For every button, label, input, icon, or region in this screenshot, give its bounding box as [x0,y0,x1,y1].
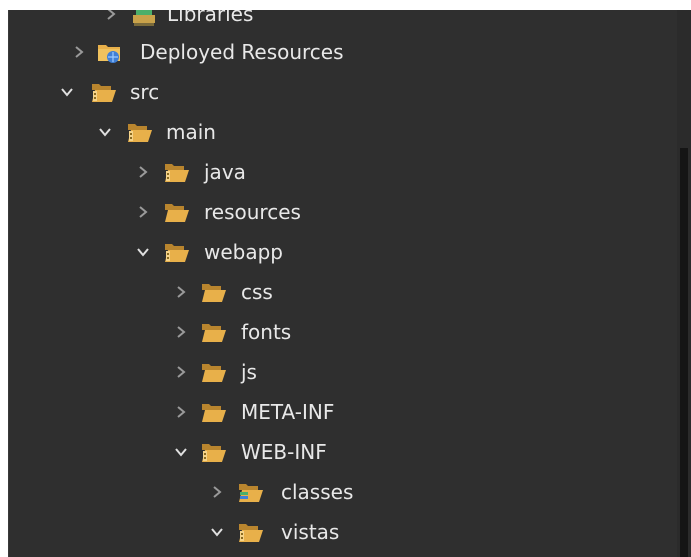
tree-item-label: classes [281,480,354,504]
package-folder-icon [164,159,190,185]
tree-item-label: css [241,280,273,304]
chevron-down-icon[interactable] [135,244,151,260]
chevron-right-icon[interactable] [173,324,189,340]
tree-item-classes[interactable]: classes [9,472,678,512]
chevron-right-icon[interactable] [173,404,189,420]
tree-item-label: WEB-INF [241,440,327,464]
chevron-down-icon[interactable] [59,84,75,100]
tree-item-label: Deployed Resources [140,40,344,64]
tree-item-label: java [204,160,246,184]
tree-item-label: js [241,360,257,384]
chevron-down-icon[interactable] [97,124,113,140]
tree-item-fonts[interactable]: fonts [9,312,678,352]
chevron-down-icon[interactable] [209,524,225,540]
scrollbar-thumb[interactable] [680,148,688,557]
folder-open-icon [164,199,190,225]
package-folder-open-icon [201,439,227,465]
chevron-right-icon[interactable] [173,284,189,300]
folder-open-icon [201,359,227,385]
chevron-right-icon[interactable] [135,204,151,220]
package-folder-open-icon [238,519,264,545]
folder-open-icon [201,319,227,345]
tree-item-resources[interactable]: resources [9,192,678,232]
tree-item-label: src [130,80,160,104]
tree-item-label: fonts [241,320,292,344]
tree-item-src[interactable]: src [9,72,678,112]
tree-item-vistas[interactable]: vistas [9,512,678,552]
screenshot-frame: Libraries Deployed Resources src main ja… [0,0,691,557]
tree-item-meta-inf[interactable]: META-INF [9,392,678,432]
package-folder-open-icon [127,119,153,145]
library-icon [131,10,157,27]
chevron-right-icon[interactable] [71,44,87,60]
tree-item-deployed-resources[interactable]: Deployed Resources [9,32,678,72]
tree-item-main[interactable]: main [9,112,678,152]
project-explorer-panel: Libraries Deployed Resources src main ja… [8,10,678,557]
package-folder-open-icon [164,239,190,265]
tree-item-webapp[interactable]: webapp [9,232,678,272]
tree-item-java[interactable]: java [9,152,678,192]
classes-folder-icon [238,479,264,505]
chevron-right-icon[interactable] [103,10,119,22]
tree-item-label: vistas [281,520,340,544]
vertical-scrollbar[interactable] [677,10,691,557]
tree-item-label: main [166,120,216,144]
chevron-right-icon[interactable] [173,364,189,380]
tree-item-css[interactable]: css [9,272,678,312]
tree-item-libraries[interactable]: Libraries [9,10,678,34]
deployed-resources-icon [97,39,123,65]
tree-item-label: webapp [204,240,284,264]
tree-item-web-inf[interactable]: WEB-INF [9,432,678,472]
chevron-right-icon[interactable] [135,164,151,180]
chevron-down-icon[interactable] [173,444,189,460]
folder-open-icon [201,279,227,305]
chevron-right-icon[interactable] [209,484,225,500]
tree-item-label: META-INF [241,400,335,424]
tree-item-label: resources [204,200,301,224]
tree-item-label: Libraries [167,10,254,26]
folder-open-icon [201,399,227,425]
tree-item-js[interactable]: js [9,352,678,392]
package-folder-open-icon [91,79,117,105]
